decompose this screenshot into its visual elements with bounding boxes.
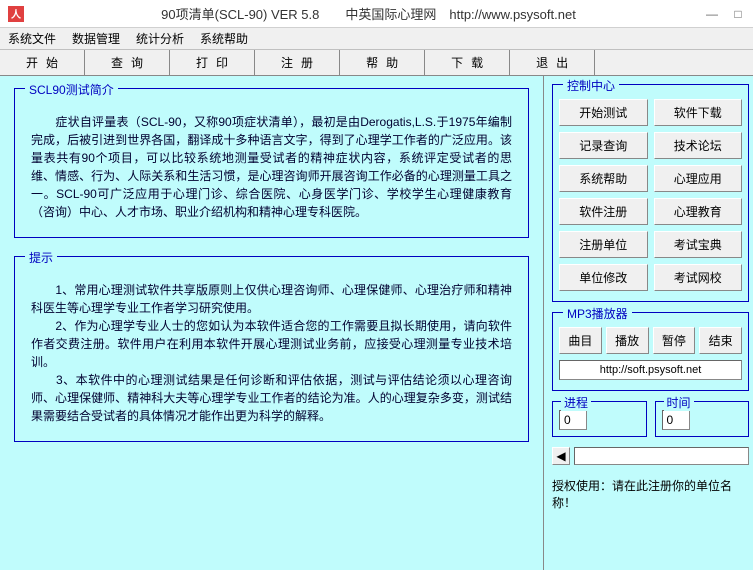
progress-box: 进程 0 [552,401,647,437]
scroll-track[interactable] [574,447,749,465]
intro-legend: SCL90测试简介 [25,81,118,98]
mp3-url: http://soft.psysoft.net [559,360,742,380]
unit-modify-button[interactable]: 单位修改 [559,264,648,291]
intro-text: 症状自评量表（SCL-90，又称90项症状清单），最初是由Derogatis,L… [31,113,512,221]
psych-edu-button[interactable]: 心理教育 [654,198,743,225]
scrollbar[interactable]: ◀ [552,447,749,465]
tip-box: 提示 1、常用心理测试软件共享版原则上仅供心理咨询师、心理保健师、心理治疗师和精… [14,256,529,442]
menu-system-file[interactable]: 系统文件 [8,30,56,47]
exam-school-button[interactable]: 考试网校 [654,264,743,291]
auth-text: 授权使用：请在此注册你的单位名称！ [552,475,749,513]
titlebar: 人 90项清单(SCL-90) VER 5.8 中英国际心理网 http://w… [0,0,753,28]
toolbar: 开始 查询 打印 注册 帮助 下载 退出 [0,50,753,76]
mp3-legend: MP3播放器 [563,305,632,322]
software-download-button[interactable]: 软件下载 [654,99,743,126]
progress-value: 0 [559,410,587,430]
control-center: 控制中心 开始测试 软件下载 记录查询 技术论坛 系统帮助 心理应用 软件注册 … [552,84,749,302]
start-test-button[interactable]: 开始测试 [559,99,648,126]
minimize-button[interactable]: — [705,7,719,21]
window-title: 90项清单(SCL-90) VER 5.8 中英国际心理网 http://www… [32,4,705,23]
maximize-button[interactable]: □ [731,7,745,21]
query-button[interactable]: 查询 [85,50,170,75]
app-icon: 人 [8,6,24,22]
tech-forum-button[interactable]: 技术论坛 [654,132,743,159]
scroll-left-icon[interactable]: ◀ [552,447,570,465]
menu-system-help[interactable]: 系统帮助 [200,30,248,47]
register-unit-button[interactable]: 注册单位 [559,231,648,258]
menubar: 系统文件 数据管理 统计分析 系统帮助 [0,28,753,50]
pause-button[interactable]: 暂停 [653,327,696,354]
system-help-button[interactable]: 系统帮助 [559,165,648,192]
intro-box: SCL90测试简介 症状自评量表（SCL-90，又称90项症状清单），最初是由D… [14,88,529,238]
play-button[interactable]: 播放 [606,327,649,354]
left-panel: SCL90测试简介 症状自评量表（SCL-90，又称90项症状清单），最初是由D… [0,76,543,570]
software-register-button[interactable]: 软件注册 [559,198,648,225]
record-query-button[interactable]: 记录查询 [559,132,648,159]
start-button[interactable]: 开始 [0,50,85,75]
mp3-player: MP3播放器 曲目 播放 暂停 结束 http://soft.psysoft.n… [552,312,749,391]
time-value: 0 [662,410,690,430]
progress-legend: 进程 [561,394,591,411]
exit-button[interactable]: 退出 [510,50,595,75]
time-box: 时间 0 [655,401,750,437]
register-button[interactable]: 注册 [255,50,340,75]
print-button[interactable]: 打印 [170,50,255,75]
exam-treasure-button[interactable]: 考试宝典 [654,231,743,258]
time-legend: 时间 [664,394,694,411]
control-legend: 控制中心 [563,77,619,94]
psych-app-button[interactable]: 心理应用 [654,165,743,192]
track-button[interactable]: 曲目 [559,327,602,354]
menu-statistics[interactable]: 统计分析 [136,30,184,47]
download-button[interactable]: 下载 [425,50,510,75]
right-panel: 控制中心 开始测试 软件下载 记录查询 技术论坛 系统帮助 心理应用 软件注册 … [543,76,753,570]
stop-button[interactable]: 结束 [699,327,742,354]
help-button[interactable]: 帮助 [340,50,425,75]
menu-data-manage[interactable]: 数据管理 [72,30,120,47]
tip-text: 1、常用心理测试软件共享版原则上仅供心理咨询师、心理保健师、心理治疗师和精神科医… [31,281,512,425]
tip-legend: 提示 [25,249,57,266]
